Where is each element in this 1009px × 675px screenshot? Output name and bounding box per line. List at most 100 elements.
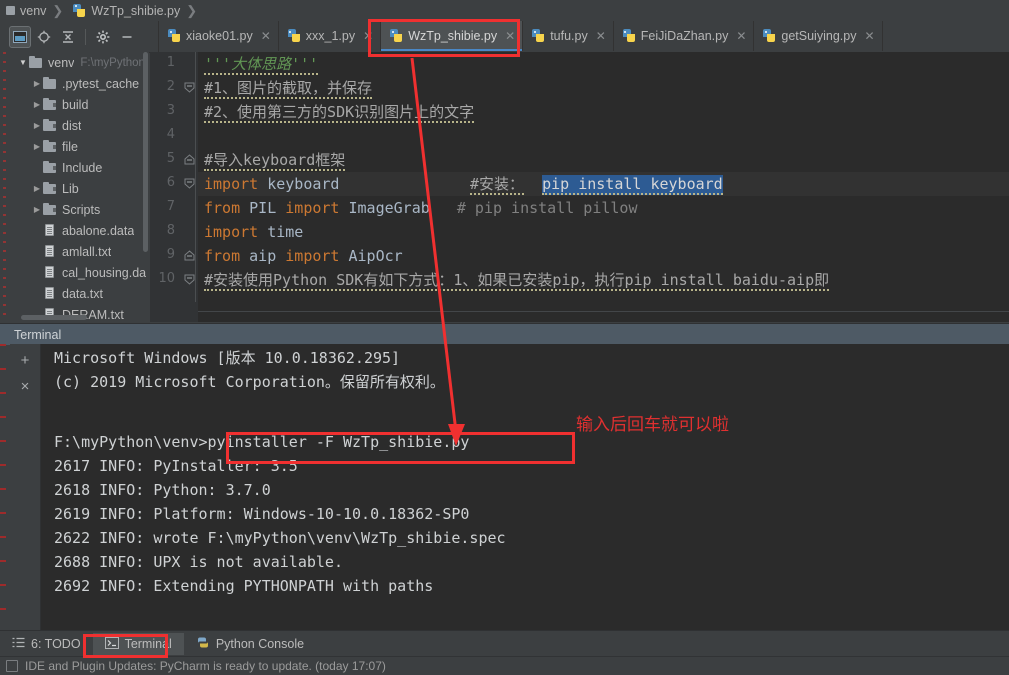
tree-item-dist[interactable]: ▶ dist [13, 115, 149, 136]
scrollbar-thumb[interactable] [143, 52, 148, 252]
tree-vertical-scrollbar[interactable] [142, 52, 149, 290]
tree-item-label: data.txt [62, 286, 103, 301]
tree-item-venv[interactable]: ▼ venv F:\myPython [13, 52, 149, 73]
breadcrumb-label: venv [20, 3, 47, 18]
code-line-9[interactable]: from aip import AipOcr [204, 244, 403, 268]
tree-item-pytest-cache[interactable]: ▶ .pytest_cache [13, 73, 149, 94]
chevron-right-icon[interactable]: ▶ [31, 142, 43, 151]
python-file-icon [390, 29, 403, 43]
python-file-icon [168, 29, 181, 43]
chevron-right-icon[interactable]: ▶ [31, 100, 43, 109]
tab-xiaoke01[interactable]: xiaoke01.py ✕ [159, 21, 279, 51]
breadcrumb-item-venv[interactable]: venv ❯ [0, 0, 67, 21]
tree-item-label: file [62, 139, 78, 154]
tree-item-data-txt[interactable]: data.txt [13, 283, 149, 304]
line-number: 5 [166, 151, 175, 166]
terminal-line: 2622 INFO: wrote F:\myPython\venv\WzTp_s… [54, 529, 506, 547]
python-file-icon [763, 29, 776, 43]
locate-file-icon[interactable] [34, 27, 54, 47]
tab-feijidazhan[interactable]: FeiJiDaZhan.py ✕ [614, 21, 755, 51]
tree-item-amlall-txt[interactable]: amlall.txt [13, 241, 149, 262]
close-icon[interactable]: ✕ [363, 30, 373, 42]
bottom-item-terminal[interactable]: Terminal [92, 633, 184, 655]
code-line-6-comment[interactable]: #安装： pip install keyboard [470, 172, 723, 196]
folder-icon [43, 202, 57, 216]
chevron-right-icon[interactable]: ▶ [31, 205, 43, 214]
tree-horizontal-scrollbar[interactable] [21, 315, 87, 320]
code-line-7[interactable]: from PIL import ImageGrab # pip install … [204, 196, 638, 220]
close-icon[interactable]: ✕ [261, 30, 271, 42]
tree-item-label: dist [62, 118, 82, 133]
tree-item-include[interactable]: Include [13, 157, 149, 178]
code-line-5[interactable]: #导入keyboard框架 [204, 148, 346, 172]
fold-marker-icon[interactable] [184, 274, 195, 285]
gear-icon[interactable] [93, 27, 113, 47]
tree-item-abalone-data[interactable]: abalone.data [13, 220, 149, 241]
code-editor[interactable]: 1 2 3 4 5 6 7 8 9 10 '''大体思路''' #1、图片的截取… [150, 52, 1009, 322]
terminal-panel-header[interactable]: Terminal [0, 323, 1009, 345]
line-number: 7 [166, 199, 175, 214]
terminal-panel-title: Terminal [14, 327, 62, 342]
tree-item-cal-housing[interactable]: cal_housing.da [13, 262, 149, 283]
code-token-comment: #安装使用Python SDK有如下方式：1、如果已安装pip，执行pip in… [204, 271, 830, 291]
chevron-right-icon[interactable]: ▶ [31, 121, 43, 130]
line-number: 10 [158, 271, 175, 286]
project-tree[interactable]: ▼ venv F:\myPython ▶ .pytest_cache ▶ bui… [13, 52, 149, 322]
chevron-down-icon[interactable]: ▼ [17, 58, 29, 67]
tree-item-scripts[interactable]: ▶ Scripts [13, 199, 149, 220]
fold-marker-icon[interactable] [184, 154, 195, 165]
fold-marker-icon[interactable] [184, 82, 195, 93]
project-view-icon[interactable] [9, 25, 31, 48]
code-content[interactable]: '''大体思路''' #1、图片的截取，并保存 #2、使用第三方的SDK识别图片… [198, 52, 1009, 322]
status-bar-message: IDE and Plugin Updates: PyCharm is ready… [25, 659, 386, 673]
tree-item-lib[interactable]: ▶ Lib [13, 178, 149, 199]
line-number: 2 [166, 79, 175, 94]
breadcrumb-item-file[interactable]: WzTp_shibie.py ❯ [67, 0, 201, 21]
close-icon[interactable]: ✕ [505, 30, 515, 42]
tab-getsuiying[interactable]: getSuiying.py ✕ [754, 21, 883, 51]
bottom-item-todo[interactable]: 6: TODO [0, 633, 93, 655]
terminal-line: 2692 INFO: Extending PYTHONPATH with pat… [54, 577, 434, 595]
bottom-item-python-console[interactable]: Python Console [184, 633, 316, 655]
code-line-2[interactable]: #1、图片的截取，并保存 [204, 76, 373, 100]
tab-tufu[interactable]: tufu.py ✕ [523, 21, 614, 51]
code-token-keyword: from [204, 247, 241, 265]
status-bar: IDE and Plugin Updates: PyCharm is ready… [0, 656, 1009, 675]
terminal-line-command[interactable]: F:\myPython\venv>pyinstaller -F WzTp_shi… [54, 430, 469, 454]
code-line-10[interactable]: #安装使用Python SDK有如下方式：1、如果已安装pip，执行pip in… [204, 268, 830, 292]
checkbox-icon[interactable] [6, 660, 18, 672]
fold-marker-icon[interactable] [184, 178, 195, 189]
text-file-icon [43, 287, 57, 300]
new-session-icon[interactable]: + [14, 350, 36, 370]
chevron-right-icon[interactable]: ▶ [31, 79, 43, 88]
code-token-identifier: ImageGrab [339, 199, 430, 217]
editor-gutter[interactable]: 1 2 3 4 5 6 7 8 9 10 [150, 52, 198, 322]
terminal-output[interactable]: Microsoft Windows [版本 10.0.18362.295] (c… [41, 344, 1009, 630]
tree-item-build[interactable]: ▶ build [13, 94, 149, 115]
tab-xxx-1[interactable]: xxx_1.py ✕ [279, 21, 382, 51]
tab-label: xxx_1.py [305, 29, 356, 43]
gutter-divider [195, 52, 196, 302]
code-line-3[interactable]: #2、使用第三方的SDK识别图片上的文字 [204, 100, 475, 124]
hide-window-icon[interactable] [117, 27, 137, 47]
close-session-icon[interactable]: × [14, 376, 36, 396]
close-icon[interactable]: ✕ [864, 30, 874, 42]
tab-wztp-shibie[interactable]: WzTp_shibie.py ✕ [381, 21, 524, 51]
code-line-1[interactable]: '''大体思路''' [204, 52, 319, 76]
terminal-line: Microsoft Windows [版本 10.0.18362.295] [54, 349, 401, 367]
chevron-right-icon[interactable]: ▶ [31, 184, 43, 193]
code-line-6[interactable]: import keyboard [204, 172, 339, 196]
todo-list-icon [12, 637, 25, 651]
tab-label: WzTp_shibie.py [408, 29, 498, 43]
tab-label: xiaoke01.py [186, 29, 253, 43]
collapse-all-icon[interactable] [58, 27, 78, 47]
code-token-selected-text[interactable]: pip install keyboard [542, 175, 723, 195]
tree-item-file[interactable]: ▶ file [13, 136, 149, 157]
code-line-8[interactable]: import time [204, 220, 303, 244]
fold-marker-icon[interactable] [184, 250, 195, 261]
code-token-identifier: AipOcr [339, 247, 403, 265]
vertical-tool-buttons[interactable] [3, 52, 6, 322]
line-number: 4 [166, 127, 175, 142]
close-icon[interactable]: ✕ [596, 30, 606, 42]
close-icon[interactable]: ✕ [736, 30, 746, 42]
